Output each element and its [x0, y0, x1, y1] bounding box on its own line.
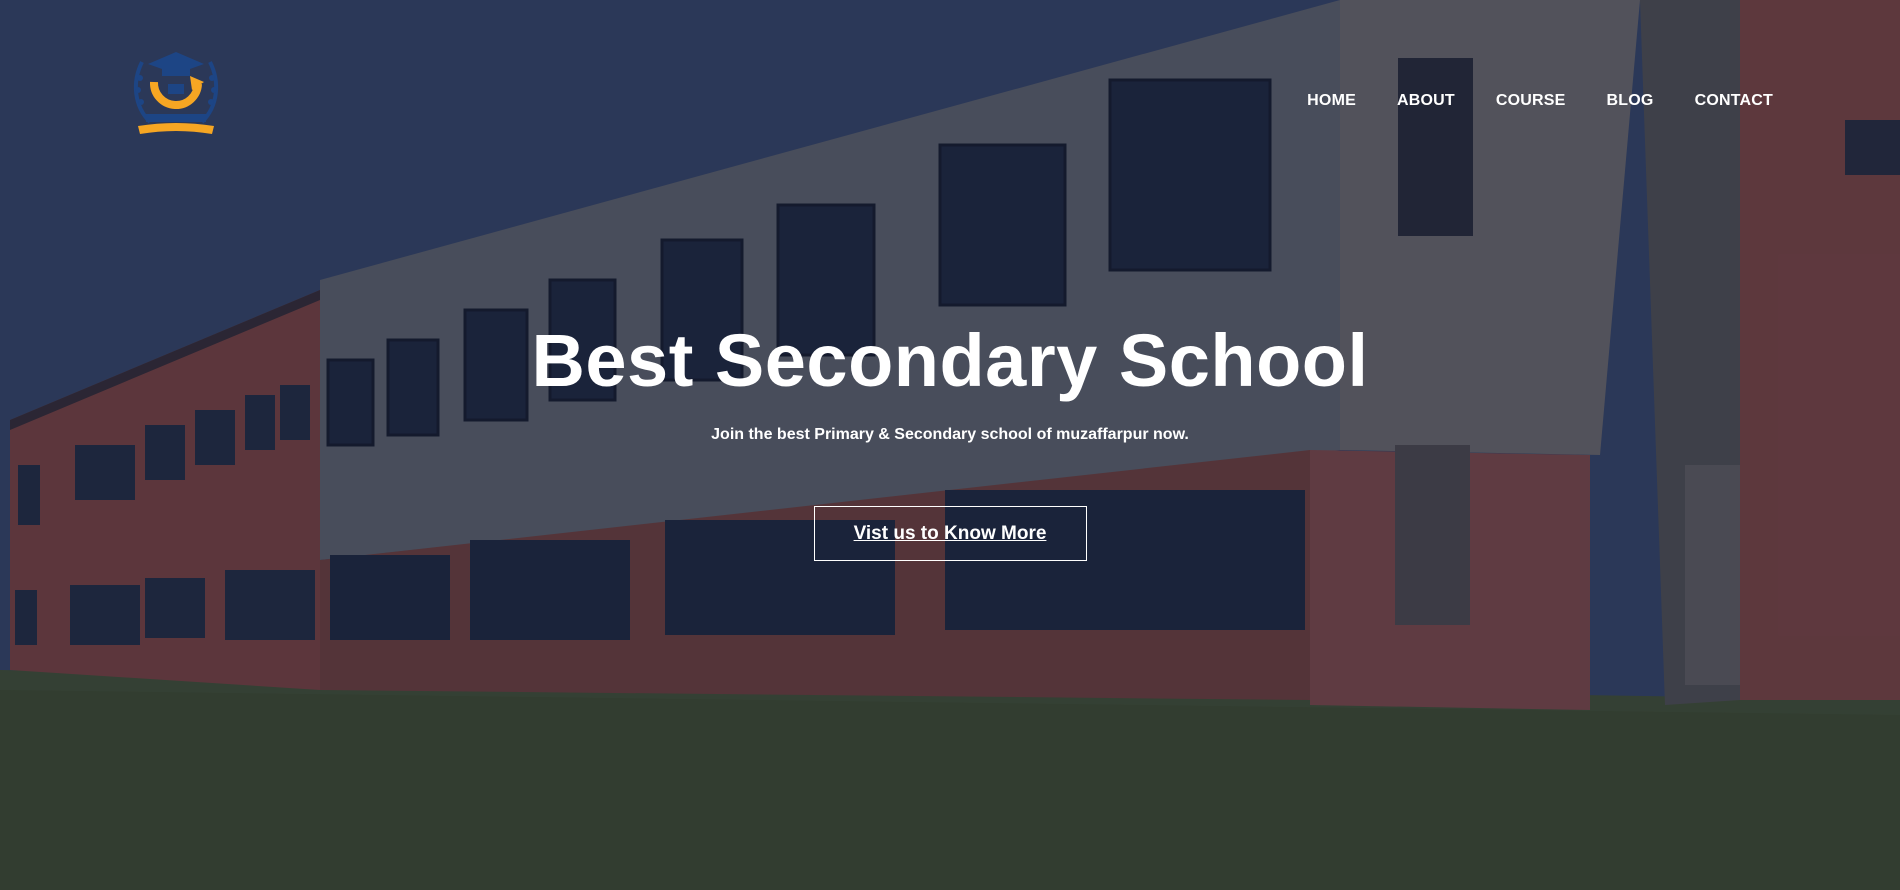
nav-course[interactable]: COURSE: [1496, 92, 1566, 110]
hero-content: Best Secondary School Join the best Prim…: [0, 318, 1900, 561]
hero-title: Best Secondary School: [531, 319, 1369, 402]
nav-about[interactable]: ABOUT: [1397, 92, 1455, 110]
visit-us-button[interactable]: Vist us to Know More: [813, 506, 1087, 561]
nav-blog[interactable]: BLOG: [1607, 92, 1654, 110]
school-logo[interactable]: [128, 44, 224, 140]
nav-home[interactable]: HOME: [1307, 92, 1356, 110]
main-nav: HOME ABOUT COURSE BLOG CONTACT: [1266, 92, 1773, 110]
graduation-cap-logo-icon: [133, 52, 219, 134]
hero-subtitle: Join the best Primary & Secondary school…: [711, 426, 1189, 443]
nav-contact[interactable]: CONTACT: [1695, 92, 1773, 110]
hero-section: HOME ABOUT COURSE BLOG CONTACT Best Seco…: [0, 0, 1900, 890]
